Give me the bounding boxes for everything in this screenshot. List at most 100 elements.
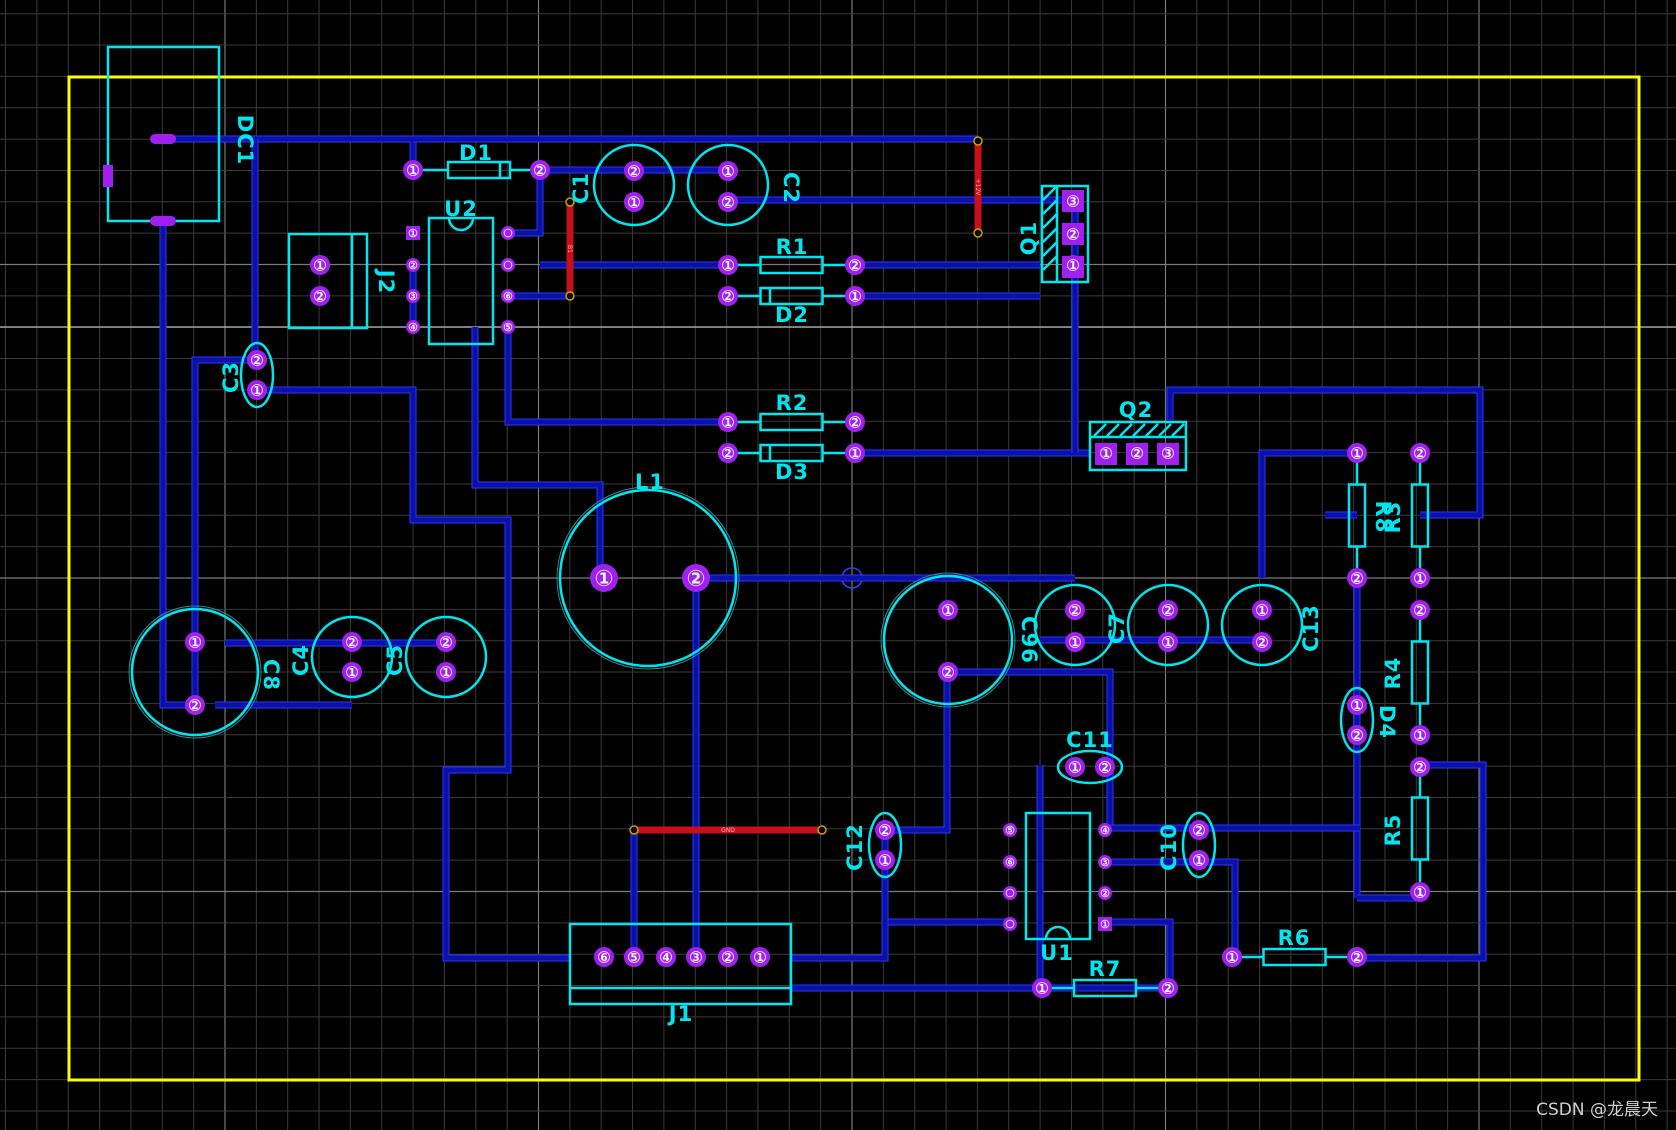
pad-number: 1 — [1416, 887, 1423, 899]
pad-number: 4 — [1102, 826, 1107, 835]
pad-number: 2 — [724, 197, 731, 209]
pad-number: 1 — [881, 855, 888, 867]
designator-q2: Q2 — [1119, 398, 1153, 422]
designator-l1: L1 — [635, 470, 665, 494]
pad-number: 2 — [410, 261, 415, 270]
designator-r1: R1 — [776, 235, 809, 259]
designator-r6: R6 — [1278, 926, 1311, 950]
pad-number: 2 — [724, 952, 731, 964]
jumper-end — [629, 825, 639, 835]
pad-number: 3 — [1069, 196, 1076, 208]
designator-q1: Q1 — [1017, 221, 1041, 255]
pad-number: 2 — [253, 355, 260, 367]
pad-number: 2 — [1195, 825, 1202, 837]
pad-number: 4 — [410, 323, 415, 332]
designator-dc1: DC1 — [233, 115, 257, 165]
designator-u1: U1 — [1040, 941, 1074, 965]
designator-u2: U2 — [444, 197, 478, 221]
watermark: CSDN @龙晨天 — [1536, 1100, 1658, 1120]
pad-number: 2 — [1353, 730, 1360, 742]
pad-number: 2 — [348, 637, 355, 649]
jumper-end — [973, 136, 983, 146]
pad-number: 1 — [1258, 605, 1265, 617]
pad — [501, 226, 515, 240]
pad-number: 2 — [851, 260, 858, 272]
pad-number: 6 — [600, 952, 607, 964]
designator-c13: C13 — [1299, 604, 1323, 652]
designator-r7: R7 — [1089, 957, 1122, 981]
pad-number: 2 — [1416, 448, 1423, 460]
dc1-pad — [150, 216, 176, 226]
designator-c7: C7 — [1105, 612, 1129, 644]
pad-number: 1 — [1038, 983, 1045, 995]
pad-number: 1 — [851, 448, 858, 460]
pad-number: 1 — [724, 417, 731, 429]
jumper-label: GND — [721, 827, 735, 834]
pad-number: 1 — [1416, 573, 1423, 585]
designator-c9: C96 — [1017, 616, 1041, 664]
designator-r4: R4 — [1381, 657, 1405, 690]
pad-number: 1 — [851, 291, 858, 303]
pad — [1003, 886, 1017, 900]
jumper-end — [973, 228, 983, 238]
designator-r3: R3 — [1381, 501, 1405, 534]
designator-r5: R5 — [1381, 814, 1405, 847]
pad-number: 6 — [1007, 858, 1012, 867]
designator-c10: C10 — [1157, 823, 1181, 871]
pad-number: 1 — [191, 637, 198, 649]
pad-number: 2 — [1102, 889, 1107, 898]
designator-c11: C11 — [1066, 728, 1114, 752]
designator-c3: C3 — [219, 361, 243, 393]
pad-number: 1 — [1228, 952, 1235, 964]
pad-number: 1 — [599, 570, 609, 587]
pad-number: 2 — [316, 291, 323, 303]
pad-number: 1 — [756, 952, 763, 964]
jumper-label: B1 — [566, 245, 573, 253]
pad-number: 2 — [1353, 573, 1360, 585]
pad-number: 1 — [724, 260, 731, 272]
pad-number: 2 — [1164, 605, 1171, 617]
jumper-end — [817, 825, 827, 835]
pad-number: 2 — [536, 165, 543, 177]
pad — [501, 258, 515, 272]
designator-c12: C12 — [843, 823, 867, 871]
pad-number: 1 — [1102, 920, 1107, 929]
pad-number: 5 — [1007, 826, 1012, 835]
pad-number: 1 — [442, 667, 449, 679]
pad-number: 1 — [1195, 855, 1202, 867]
pad-number: 2 — [1416, 762, 1423, 774]
pad-number: 2 — [1071, 605, 1078, 617]
pad-number: 2 — [724, 291, 731, 303]
jumper-end — [565, 291, 575, 301]
designator-d4: D4 — [1375, 705, 1399, 739]
pad-number: 1 — [348, 667, 355, 679]
pad-number: 1 — [253, 385, 260, 397]
designator-c8: C8 — [259, 659, 283, 691]
pad-number: 2 — [691, 570, 701, 587]
designator-c2: C2 — [779, 172, 803, 204]
pad-number: 2 — [881, 825, 888, 837]
pad-number: 2 — [1416, 605, 1423, 617]
pad-number: 3 — [1102, 858, 1107, 867]
jumper-label: +12V — [974, 179, 981, 197]
pad-number: 2 — [1101, 762, 1108, 774]
pad-number: 1 — [1102, 448, 1109, 460]
pad-number: 1 — [1071, 637, 1078, 649]
designator-j1: J1 — [667, 1002, 693, 1026]
pad-number: 1 — [1416, 730, 1423, 742]
designator-j2: J2 — [374, 268, 398, 294]
pad-number: 3 — [692, 952, 699, 964]
dc1-pad-side — [103, 165, 113, 187]
designator-d2: D2 — [775, 303, 809, 327]
pad-number: 1 — [724, 166, 731, 178]
pad-number: 1 — [409, 165, 416, 177]
designator-r2: R2 — [776, 391, 809, 415]
pad-number: 2 — [724, 448, 731, 460]
pad-number: 1 — [630, 197, 637, 209]
pad-number: 2 — [630, 166, 637, 178]
dc1-pad — [150, 134, 176, 144]
designator-d1: D1 — [459, 141, 493, 165]
pad-number: 2 — [191, 700, 198, 712]
pad-number: 1 — [1071, 762, 1078, 774]
pad-number: 2 — [1164, 983, 1171, 995]
